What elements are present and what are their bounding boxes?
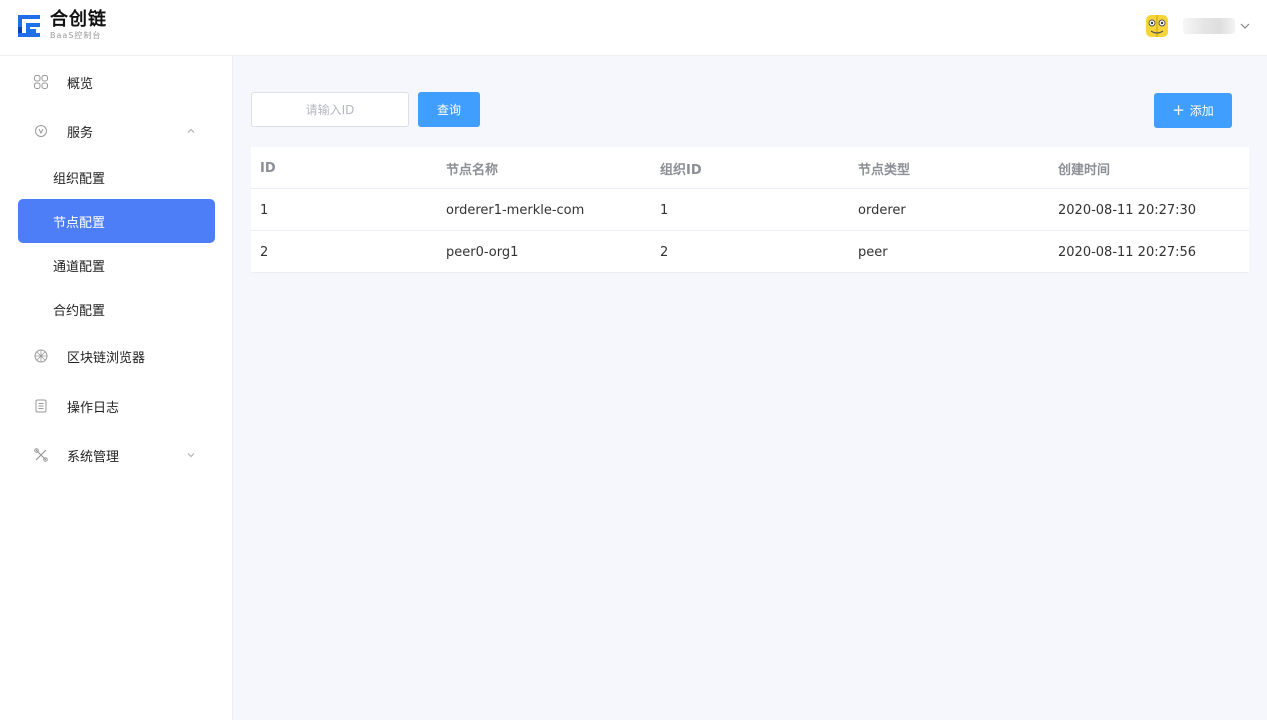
sidebar-item-operation-log[interactable]: 操作日志 [0,384,233,428]
avatar-icon[interactable] [1145,14,1169,38]
table-row[interactable]: 1 orderer1-merkle-com 1 orderer 2020-08-… [251,189,1249,231]
cell-node-type: orderer [858,202,906,218]
query-button-label: 查询 [436,103,461,117]
cell-id: 1 [260,202,269,218]
sidebar-item-label: 区块链浏览器 [67,350,146,366]
sidebar-item-channel-config[interactable]: 通道配置 [18,243,215,287]
system-settings-icon [34,448,48,462]
chevron-up-icon [187,128,195,133]
dashboard-grid-icon [34,75,48,89]
user-menu[interactable] [1145,14,1251,38]
username-blurred[interactable] [1183,18,1235,34]
sidebar-item-label: 服务 [67,125,94,141]
add-button[interactable]: + 添加 [1154,93,1232,128]
table-row[interactable]: 2 peer0-org1 2 peer 2020-08-11 20:27:56 [251,231,1249,273]
add-button-label: 添加 [1189,104,1214,118]
logo-title: 合创链 [50,9,107,30]
query-button[interactable]: 查询 [418,92,480,127]
sidebar-item-label: 通道配置 [53,259,106,275]
chevron-down-icon[interactable] [1239,20,1251,32]
sidebar-item-overview[interactable]: 概览 [0,60,233,104]
chevron-down-icon [187,453,195,458]
column-header-node-name: 节点名称 [446,162,499,178]
logo[interactable]: 合创链 BaaS控制台 [16,11,107,40]
sidebar-item-system-management[interactable]: 系统管理 [0,433,233,477]
cell-node-name: peer0-org1 [446,244,519,260]
sidebar: 概览 服务 组织配置 节点配置 通道配置 合约配置 区块链浏览器 操作日志 系统… [0,56,233,720]
sidebar-item-org-config[interactable]: 组织配置 [18,155,215,199]
logo-subtitle: BaaS控制台 [50,31,102,40]
column-header-org-id: 组织ID [660,162,702,178]
logo-mark-icon [18,14,40,37]
column-header-created-at: 创建时间 [1058,162,1111,178]
service-icon [35,125,47,137]
column-header-id: ID [260,160,276,176]
log-icon [35,399,47,413]
node-table: ID 节点名称 组织ID 节点类型 创建时间 1 orderer1-merkle… [251,147,1249,273]
cell-node-name: orderer1-merkle-com [446,202,585,218]
cell-id: 2 [260,244,269,260]
cell-created-at: 2020-08-11 20:27:30 [1058,202,1197,218]
sidebar-item-label: 节点配置 [53,215,106,231]
table-header-row: ID 节点名称 组织ID 节点类型 创建时间 [251,147,1249,189]
cell-node-type: peer [858,244,888,260]
sidebar-item-services[interactable]: 服务 [0,109,233,153]
cell-org-id: 2 [660,244,669,260]
cell-created-at: 2020-08-11 20:27:56 [1058,244,1197,260]
top-header: 合创链 BaaS控制台 [0,0,1267,56]
blockchain-browser-icon [34,349,48,363]
sidebar-item-label: 概览 [67,76,94,92]
sidebar-item-label: 合约配置 [53,303,106,319]
sidebar-item-contract-config[interactable]: 合约配置 [18,287,215,331]
plus-icon: + [1172,101,1185,119]
sidebar-item-label: 组织配置 [53,171,106,187]
sidebar-item-blockchain-browser[interactable]: 区块链浏览器 [0,334,233,378]
column-header-node-type: 节点类型 [858,162,911,178]
sidebar-item-label: 操作日志 [67,400,120,416]
sidebar-item-label: 系统管理 [67,449,120,465]
search-input[interactable] [251,92,409,127]
sidebar-item-node-config[interactable]: 节点配置 [18,199,215,243]
cell-org-id: 1 [660,202,669,218]
